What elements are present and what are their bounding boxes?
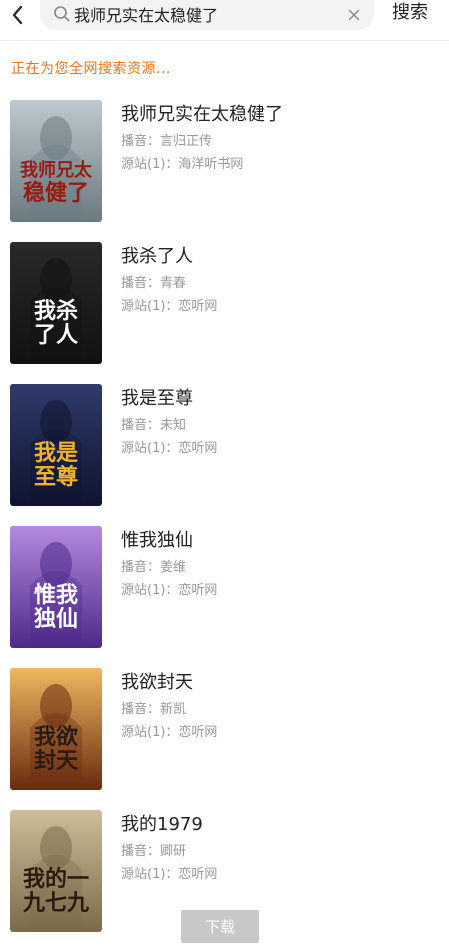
svg-text:我欲: 我欲 xyxy=(34,724,78,750)
clear-search-button[interactable] xyxy=(342,3,366,27)
book-title: 我是至尊 xyxy=(121,388,193,409)
book-title: 我的1979 xyxy=(121,814,203,835)
book-source: 源站(1)：恋听网 xyxy=(121,299,218,314)
result-item[interactable]: 我师兄太 稳健了 我师兄实在太稳健了 播音：言归正传 源站(1)：海洋听书网 xyxy=(0,98,449,240)
book-source: 源站(1)：恋听网 xyxy=(121,583,218,598)
search-input[interactable] xyxy=(74,2,334,26)
book-cover: 我是 至尊 xyxy=(10,384,102,506)
search-box[interactable] xyxy=(40,0,374,30)
book-narrator: 播音：新凯 xyxy=(121,702,187,717)
result-item[interactable]: 我欲 封天 我欲封天 播音：新凯 源站(1)：恋听网 xyxy=(0,666,449,808)
search-icon xyxy=(54,6,70,22)
result-item[interactable]: 惟我 独仙 惟我独仙 播音：姜维 源站(1)：恋听网 xyxy=(0,524,449,666)
book-cover: 我的一 九七九 xyxy=(10,810,102,932)
book-source: 源站(1)：恋听网 xyxy=(121,867,218,882)
svg-text:我杀: 我杀 xyxy=(34,298,78,324)
search-results-list: 我师兄太 稳健了 我师兄实在太稳健了 播音：言归正传 源站(1)：海洋听书网 我杀 了人 我杀… xyxy=(0,98,449,950)
close-icon xyxy=(348,9,360,21)
top-bar: 搜索 xyxy=(0,0,449,41)
book-title: 惟我独仙 xyxy=(121,530,193,551)
svg-text:至尊: 至尊 xyxy=(34,464,78,490)
book-narrator: 播音：卿研 xyxy=(121,844,187,859)
back-button[interactable] xyxy=(4,0,32,30)
download-button[interactable]: 下载 xyxy=(181,910,259,943)
book-narrator: 播音：未知 xyxy=(121,418,187,433)
book-source: 源站(1)：恋听网 xyxy=(121,725,218,740)
svg-text:稳健了: 稳健了 xyxy=(23,180,89,206)
book-source: 源站(1)：恋听网 xyxy=(121,441,218,456)
svg-text:惟我: 惟我 xyxy=(34,582,78,608)
search-button[interactable]: 搜索 xyxy=(392,1,428,25)
svg-text:封天: 封天 xyxy=(34,748,79,774)
result-item[interactable]: 我杀 了人 我杀了人 播音：青春 源站(1)：恋听网 xyxy=(0,240,449,382)
svg-text:我的一: 我的一 xyxy=(23,866,89,892)
book-cover: 我师兄太 稳健了 xyxy=(10,100,102,222)
search-status-text: 正在为您全网搜索资源... xyxy=(11,61,171,77)
svg-text:我师兄太: 我师兄太 xyxy=(20,159,93,181)
book-narrator: 播音：青春 xyxy=(121,276,187,291)
book-title: 我欲封天 xyxy=(121,672,193,693)
svg-text:了人: 了人 xyxy=(34,322,78,348)
book-source: 源站(1)：海洋听书网 xyxy=(121,157,244,172)
book-title: 我杀了人 xyxy=(121,246,193,267)
book-cover: 惟我 独仙 xyxy=(10,526,102,648)
svg-text:九七九: 九七九 xyxy=(22,890,89,916)
book-title: 我师兄实在太稳健了 xyxy=(121,104,283,125)
book-cover: 我欲 封天 xyxy=(10,668,102,790)
svg-text:独仙: 独仙 xyxy=(34,606,78,632)
book-narrator: 播音：姜维 xyxy=(121,560,187,575)
book-cover: 我杀 了人 xyxy=(10,242,102,364)
chevron-left-icon xyxy=(12,5,23,25)
book-narrator: 播音：言归正传 xyxy=(121,134,213,149)
result-item[interactable]: 我是 至尊 我是至尊 播音：未知 源站(1)：恋听网 xyxy=(0,382,449,524)
svg-text:我是: 我是 xyxy=(34,440,78,466)
